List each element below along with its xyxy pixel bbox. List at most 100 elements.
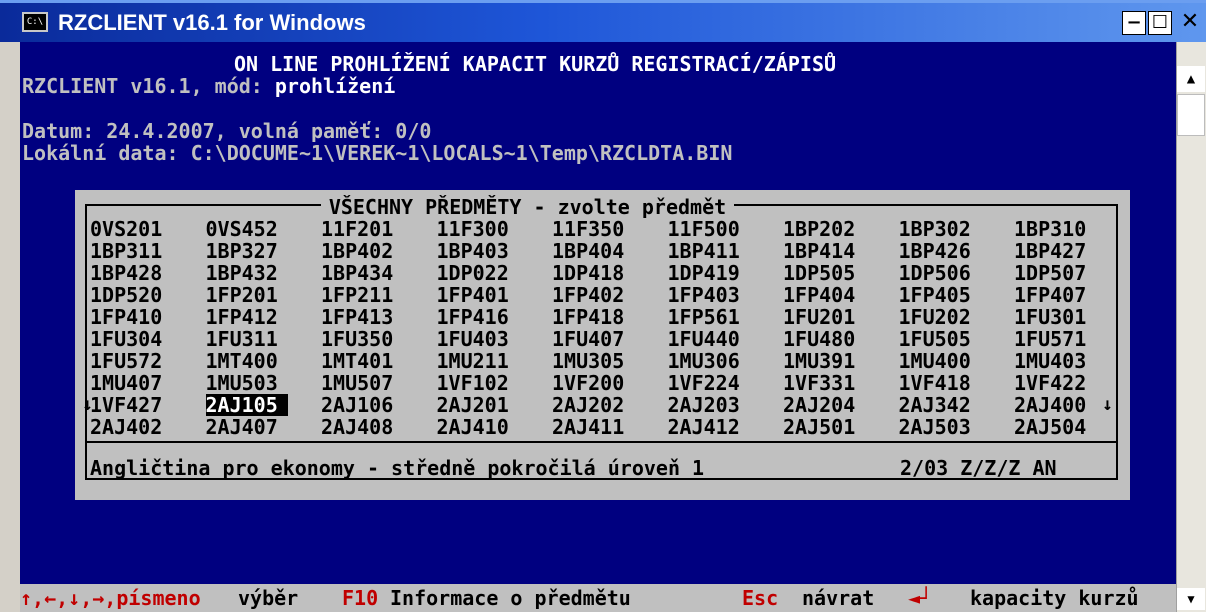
subject-code-cell[interactable]: 11F350	[552, 218, 662, 240]
subject-code-cell[interactable]: 1FU301	[1014, 306, 1124, 328]
subject-code-cell[interactable]: 11F500	[668, 218, 778, 240]
subject-code-cell[interactable]: 1FP407	[1014, 284, 1124, 306]
subject-code-cell[interactable]: 1BP428	[90, 262, 200, 284]
subject-code-cell[interactable]: 1DP520	[90, 284, 200, 306]
subject-code-cell[interactable]: 1FU440	[668, 328, 778, 350]
subject-code-cell[interactable]: 1BP310	[1014, 218, 1124, 240]
subject-code-cell[interactable]: 2AJ411	[552, 416, 662, 438]
subject-code-cell[interactable]: 1FP402	[552, 284, 662, 306]
subject-code-cell[interactable]: 1DP419	[668, 262, 778, 284]
subject-code-cell[interactable]: 1VF427	[90, 394, 200, 416]
subject-code-cell[interactable]: 1MU403	[1014, 350, 1124, 372]
dialog-title-wrap: VŠECHNY PŘEDMĚTY - zvolte předmět	[0, 195, 1055, 219]
subject-code-cell[interactable]: 2AJ407	[206, 416, 316, 438]
subject-code-cell[interactable]: 1BP404	[552, 240, 662, 262]
subject-code-cell[interactable]: 1FU480	[783, 328, 893, 350]
subject-code-cell[interactable]: 1FP405	[899, 284, 1009, 306]
subject-code-cell[interactable]: 1FP413	[321, 306, 431, 328]
scroll-down-icon[interactable]: ▼	[1177, 588, 1205, 610]
subject-code-cell[interactable]: 1BP427	[1014, 240, 1124, 262]
subject-code-cell[interactable]: 1FU572	[90, 350, 200, 372]
scroll-thumb[interactable]	[1177, 94, 1205, 136]
subject-code-cell[interactable]: 1BP414	[783, 240, 893, 262]
subject-code-cell[interactable]: 1FU202	[899, 306, 1009, 328]
subject-code-cell[interactable]: 1FP410	[90, 306, 200, 328]
subject-code-cell[interactable]: 1MU391	[783, 350, 893, 372]
subject-code-cell[interactable]: 1FP418	[552, 306, 662, 328]
subject-code-cell[interactable]: 1BP432	[206, 262, 316, 284]
subject-code-cell[interactable]: 1FU505	[899, 328, 1009, 350]
subject-code-cell[interactable]: 2AJ402	[90, 416, 200, 438]
maximize-button[interactable]: ☐	[1148, 11, 1172, 35]
subject-code-cell[interactable]: 1FP403	[668, 284, 778, 306]
scroll-up-icon[interactable]: ▲	[1177, 66, 1205, 92]
window-titlebar[interactable]: C:\ RZCLIENT v16.1 for Windows − ☐ ✕	[0, 0, 1206, 42]
subject-code-cell[interactable]: 1BP302	[899, 218, 1009, 240]
subject-code-cell[interactable]: 1DP507	[1014, 262, 1124, 284]
subject-code-cell[interactable]: 1VF422	[1014, 372, 1124, 394]
close-button[interactable]: ✕	[1174, 11, 1206, 35]
subject-code-cell[interactable]: 2AJ408	[321, 416, 431, 438]
vertical-scrollbar[interactable]: ▲ ▼	[1176, 42, 1206, 612]
subject-code-cell[interactable]: 1VF224	[668, 372, 778, 394]
subject-code-cell[interactable]: 1FP201	[206, 284, 316, 306]
subject-code-cell[interactable]: 1FP211	[321, 284, 431, 306]
subject-code-cell[interactable]: 1VF200	[552, 372, 662, 394]
subject-code-cell[interactable]: 1DP505	[783, 262, 893, 284]
console-icon[interactable]: C:\	[22, 12, 48, 32]
subject-code-cell[interactable]: 1FP561	[668, 306, 778, 328]
subject-code-cell[interactable]: 1BP426	[899, 240, 1009, 262]
subject-code-cell[interactable]: 0VS201	[90, 218, 200, 240]
subject-code-cell[interactable]: 2AJ504	[1014, 416, 1124, 438]
subject-code-cell[interactable]: 1FP404	[783, 284, 893, 306]
subject-code-cell[interactable]: 1BP411	[668, 240, 778, 262]
subject-code-cell[interactable]: 2AJ503	[899, 416, 1009, 438]
subject-code-cell[interactable]: 2AJ202	[552, 394, 662, 416]
subject-code-cell[interactable]: 1BP402	[321, 240, 431, 262]
subject-code-cell[interactable]: 2AJ203	[668, 394, 778, 416]
subject-code-cell[interactable]: 1BP434	[321, 262, 431, 284]
subject-code-cell[interactable]: 1FU304	[90, 328, 200, 350]
subject-code-cell[interactable]: 1FU201	[783, 306, 893, 328]
subject-code-cell[interactable]: 1MU400	[899, 350, 1009, 372]
subject-code-cell[interactable]: 1BP311	[90, 240, 200, 262]
subject-code-cell[interactable]: 1FU407	[552, 328, 662, 350]
subject-code-cell[interactable]: 0VS452	[206, 218, 316, 240]
subject-code-cell[interactable]: 1BP202	[783, 218, 893, 240]
subject-code-cell[interactable]: 1MU507	[321, 372, 431, 394]
subject-code-cell[interactable]: 2AJ412	[668, 416, 778, 438]
subject-code-cell[interactable]: 1VF331	[783, 372, 893, 394]
subject-code-cell[interactable]: 1BP403	[437, 240, 547, 262]
subject-code-cell[interactable]: 1FP412	[206, 306, 316, 328]
subject-code-cell[interactable]: 1MU305	[552, 350, 662, 372]
subject-code-cell[interactable]: 2AJ204	[783, 394, 893, 416]
subject-code-cell[interactable]: 1MT401	[321, 350, 431, 372]
subject-code-cell[interactable]: 1MU211	[437, 350, 547, 372]
subject-code-cell[interactable]: 1FP416	[437, 306, 547, 328]
client-mode-value: prohlížení	[274, 74, 396, 98]
subject-code-cell[interactable]: 11F300	[437, 218, 547, 240]
subject-code-cell[interactable]: 1MU306	[668, 350, 778, 372]
subject-code-cell[interactable]: 1VF102	[437, 372, 547, 394]
subject-code-cell[interactable]: 1VF418	[899, 372, 1009, 394]
subject-code-cell[interactable]: 1DP418	[552, 262, 662, 284]
subject-code-cell[interactable]: 1FU311	[206, 328, 316, 350]
subject-code-cell[interactable]: 11F201	[321, 218, 431, 240]
subject-code-cell[interactable]: 1MU407	[90, 372, 200, 394]
subject-code-cell[interactable]: 2AJ106	[321, 394, 431, 416]
subject-code-cell[interactable]: 2AJ342	[899, 394, 1009, 416]
subject-code-cell[interactable]: 1FU571	[1014, 328, 1124, 350]
subject-code-cell[interactable]: 1MT400	[206, 350, 316, 372]
subject-code-cell[interactable]: 2AJ501	[783, 416, 893, 438]
minimize-button[interactable]: −	[1122, 11, 1146, 35]
subject-code-cell[interactable]: 1MU503	[206, 372, 316, 394]
subject-code-cell[interactable]: 1DP022	[437, 262, 547, 284]
subject-code-cell[interactable]: 1FP401	[437, 284, 547, 306]
subject-code-cell[interactable]: 1FU403	[437, 328, 547, 350]
subject-code-cell[interactable]: 1BP327	[206, 240, 316, 262]
subject-code-cell[interactable]: 1FU350	[321, 328, 431, 350]
subject-code-cell[interactable]: 1DP506	[899, 262, 1009, 284]
subject-code-cell[interactable]: 2AJ201	[437, 394, 547, 416]
subject-code-cell[interactable]: 2AJ410	[437, 416, 547, 438]
subject-code-cell[interactable]: 2AJ105	[205, 394, 288, 416]
